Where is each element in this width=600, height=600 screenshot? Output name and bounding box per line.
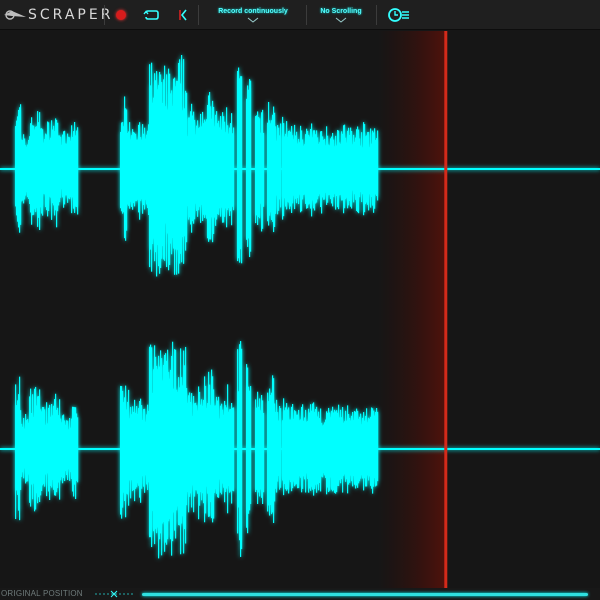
back-icon [179,9,187,21]
waveform-sample [77,127,79,215]
waveform-sample [280,123,282,208]
toolbar-divider [376,5,377,25]
toolbar: SCRAPER Record continuously No Scrolling [0,0,600,30]
app-title: SCRAPER [28,7,114,23]
position-marker-icon [95,590,133,598]
record-fade-region [378,31,446,588]
footer-bar: ORIGINAL POSITION [0,588,600,600]
waveform-sample [250,80,252,252]
playhead[interactable] [444,31,448,588]
settings-icon [388,8,409,22]
waveform-sample [241,348,243,550]
scroll-mode-dropdown[interactable]: No Scrolling [312,0,370,30]
loop-icon [143,10,159,20]
scraper-logo-icon [2,0,28,30]
waveform-sample [263,412,265,493]
waveform-sample [77,417,79,483]
toolbar-divider [104,5,105,25]
loop-button[interactable] [142,0,162,30]
waveform-sample [241,76,243,264]
waveform-sample [250,386,252,505]
waveform-sample [280,408,282,488]
waveform-display[interactable] [0,31,600,588]
back-button[interactable] [176,0,190,30]
chevron-down-icon [247,17,259,23]
record-mode-dropdown[interactable]: Record continuously [212,0,294,30]
waveform-sample [263,132,265,207]
chevron-down-icon [335,17,347,23]
waveform-sample [233,407,235,492]
toolbar-divider [198,5,199,25]
record-button[interactable] [112,0,130,30]
scroll-mode-label: No Scrolling [320,7,362,15]
waveform-sample [377,411,379,482]
original-position-label: ORIGINAL POSITION [1,589,83,598]
record-icon [116,10,126,20]
waveform-sample [233,127,235,211]
original-position-slider[interactable] [142,593,588,596]
record-mode-label: Record continuously [218,7,288,15]
settings-button[interactable] [386,0,412,30]
waveform-sample [377,130,379,201]
toolbar-divider [306,5,307,25]
